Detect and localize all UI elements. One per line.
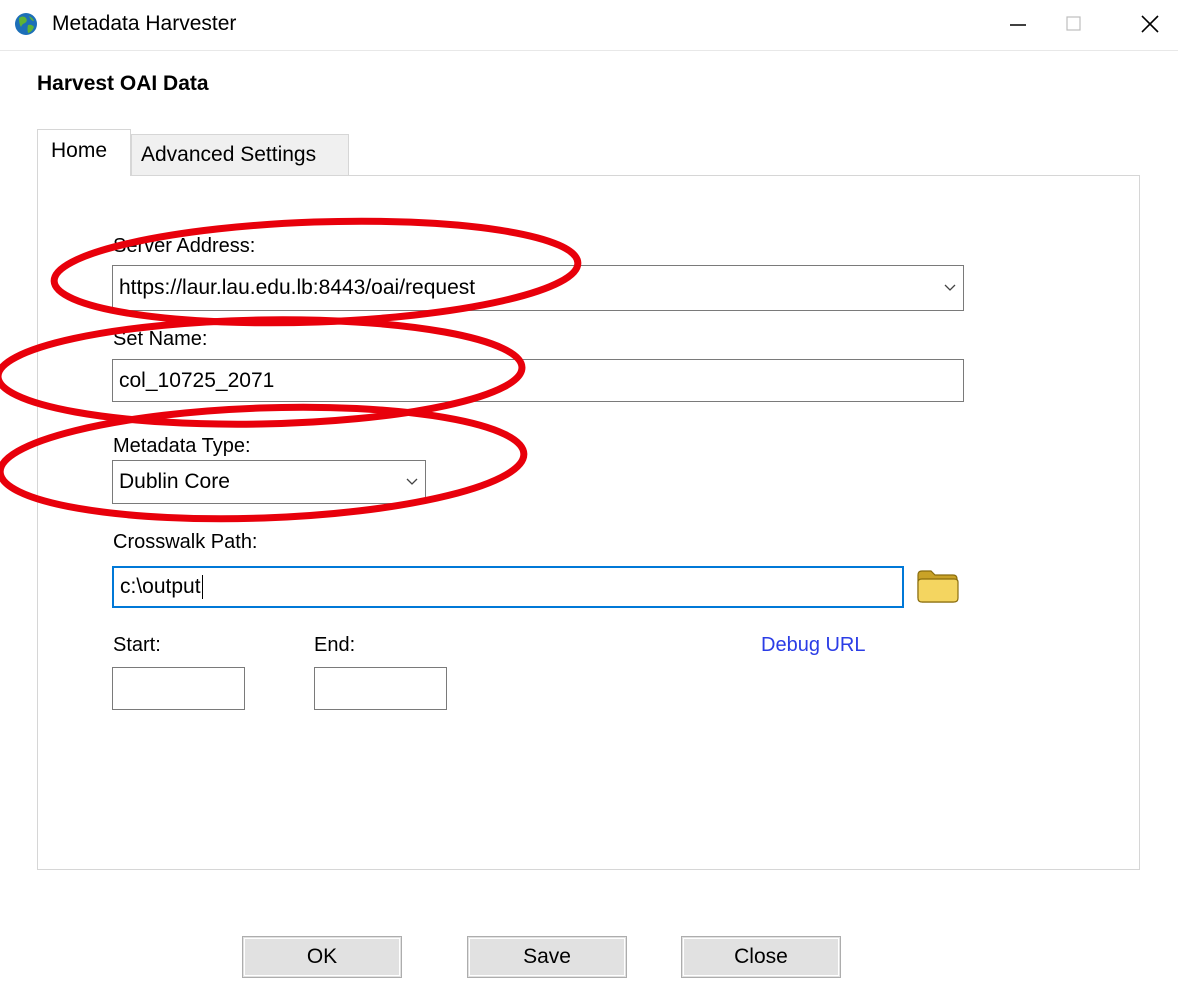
start-input[interactable] (112, 667, 245, 710)
save-button[interactable]: Save (467, 936, 627, 978)
maximize-button[interactable] (1046, 0, 1102, 48)
text-caret (201, 575, 203, 600)
tab-home[interactable]: Home (37, 129, 131, 176)
server-address-label: Server Address: (113, 235, 256, 257)
end-input[interactable] (314, 667, 447, 710)
set-name-input[interactable]: col_10725_2071 (112, 359, 964, 402)
title-divider (0, 50, 1178, 51)
metadata-type-value: Dublin Core (119, 470, 230, 493)
app-globe-icon (14, 12, 38, 36)
ok-button[interactable]: OK (242, 936, 402, 978)
minimize-button[interactable] (990, 0, 1046, 48)
browse-folder-button[interactable] (915, 567, 961, 610)
folder-icon (917, 570, 959, 603)
tab-advanced-settings[interactable]: Advanced Settings (131, 134, 349, 175)
close-window-button[interactable] (1122, 0, 1178, 48)
close-button[interactable]: Close (681, 936, 841, 978)
server-address-value: https://laur.lau.edu.lb:8443/oai/request (119, 276, 476, 299)
set-name-label: Set Name: (113, 328, 208, 350)
end-label: End: (314, 634, 356, 656)
set-name-value: col_10725_2071 (119, 368, 275, 392)
crosswalk-path-input[interactable]: c:\output (112, 566, 904, 608)
debug-url-link[interactable]: Debug URL (761, 634, 866, 657)
minimize-icon (1010, 24, 1026, 26)
maximize-icon (1066, 16, 1081, 31)
metadata-type-select[interactable]: Dublin Core (112, 460, 426, 504)
page-title: Harvest OAI Data (37, 72, 209, 95)
crosswalk-path-value: c:\output (120, 574, 201, 598)
metadata-type-label: Metadata Type: (113, 435, 251, 457)
window-title: Metadata Harvester (52, 12, 237, 35)
close-icon (1141, 15, 1159, 33)
crosswalk-path-label: Crosswalk Path: (113, 531, 258, 553)
server-address-combobox[interactable]: https://laur.lau.edu.lb:8443/oai/request (112, 265, 964, 311)
chevron-down-icon[interactable] (937, 266, 963, 310)
chevron-down-icon[interactable] (399, 461, 425, 503)
start-label: Start: (113, 634, 161, 656)
